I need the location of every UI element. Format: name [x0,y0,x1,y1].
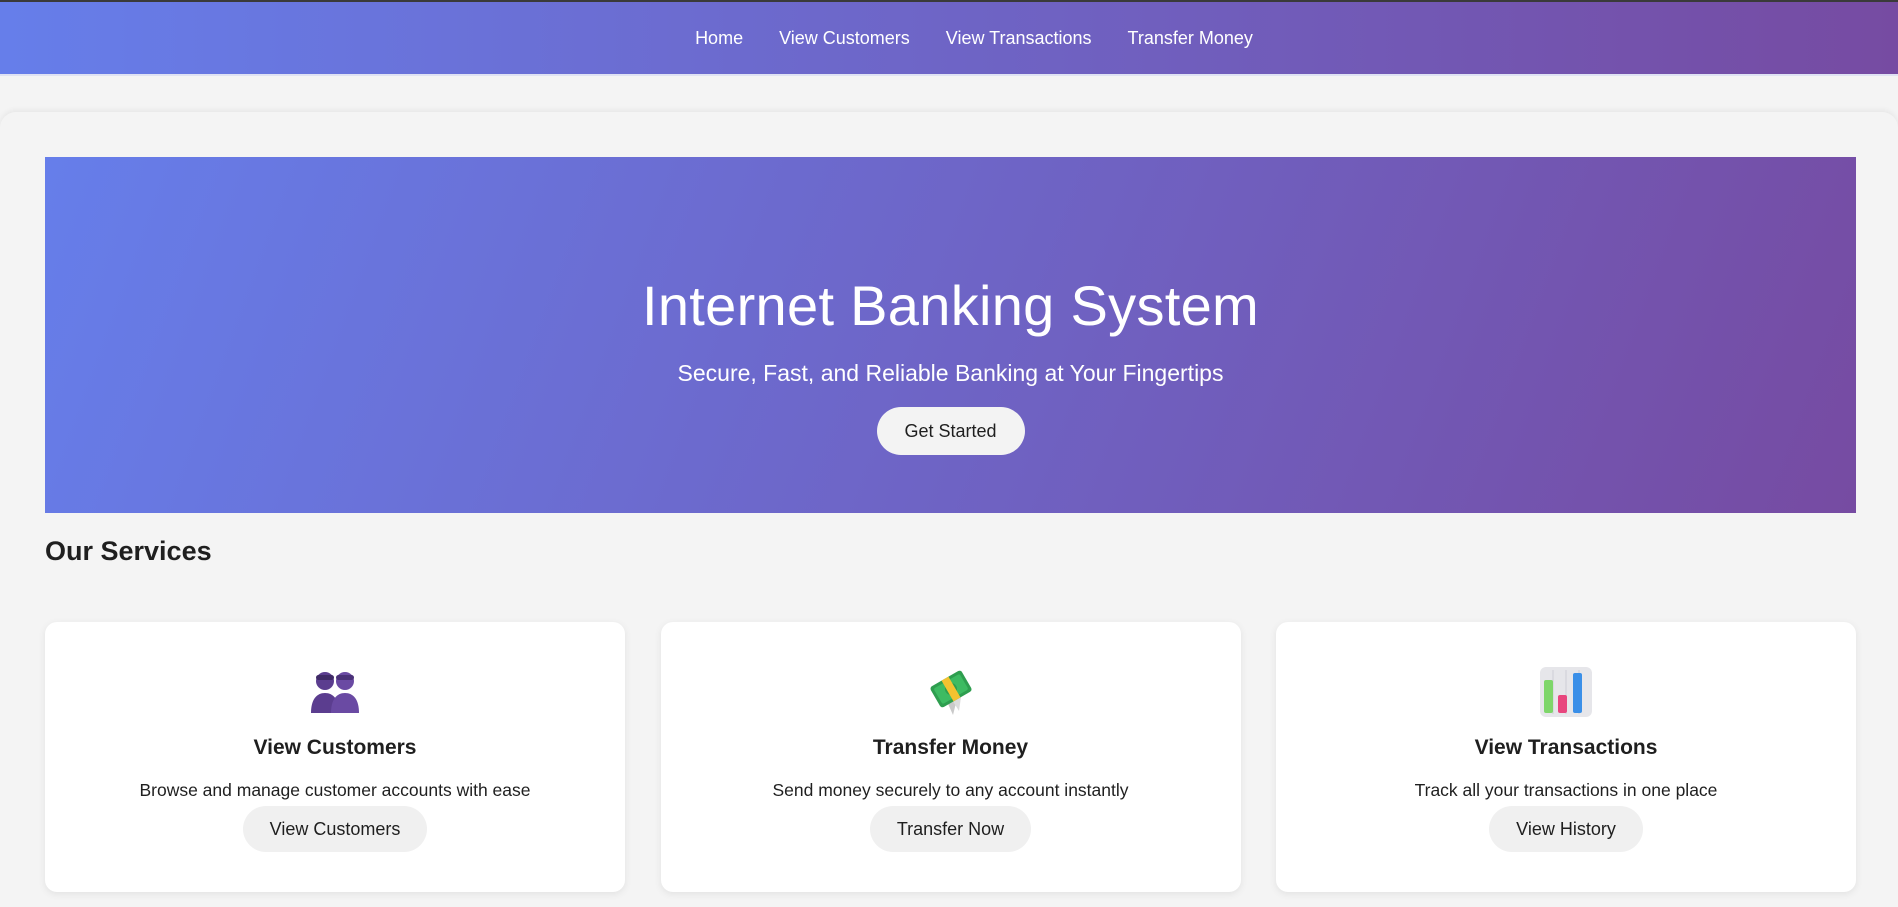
service-card-transactions: View Transactions Track all your transac… [1276,622,1856,892]
nav-link-transfer-money[interactable]: Transfer Money [1128,28,1253,49]
navbar: Home View Customers View Transactions Tr… [0,2,1898,76]
bar-chart-icon [1540,667,1592,717]
hero-title: Internet Banking System [642,274,1259,337]
card-description: Browse and manage customer accounts with… [139,780,531,800]
service-card-transfer: $ Transfer Money Send money securely to … [660,622,1241,892]
nav-link-view-customers[interactable]: View Customers [779,28,910,49]
hero-subtitle: Secure, Fast, and Reliable Banking at Yo… [677,360,1224,386]
two-people-icon [311,672,359,713]
card-title: View Customers [253,736,417,759]
card-description: Track all your transactions in one place [1414,780,1718,800]
nav-link-view-transactions[interactable]: View Transactions [946,28,1092,49]
view-history-button[interactable]: View History [1489,806,1643,852]
main-container: Internet Banking System Secure, Fast, an… [0,112,1898,907]
card-title: Transfer Money [872,736,1029,759]
get-started-button[interactable]: Get Started [876,407,1025,455]
service-card-customers: View Customers Browse and manage custome… [45,622,625,892]
hero-banner: Internet Banking System Secure, Fast, an… [45,157,1856,513]
view-customers-button[interactable]: View Customers [242,806,428,852]
card-description: Send money securely to any account insta… [772,780,1129,800]
money-with-wings-icon: $ [930,670,971,715]
transfer-now-button[interactable]: Transfer Now [869,806,1032,852]
card-title: View Transactions [1474,736,1658,759]
nav-link-home[interactable]: Home [695,28,743,49]
nav-links: Home View Customers View Transactions Tr… [695,28,1253,49]
service-cards: View Customers Browse and manage custome… [45,622,1856,892]
services-heading: Our Services [45,536,212,566]
